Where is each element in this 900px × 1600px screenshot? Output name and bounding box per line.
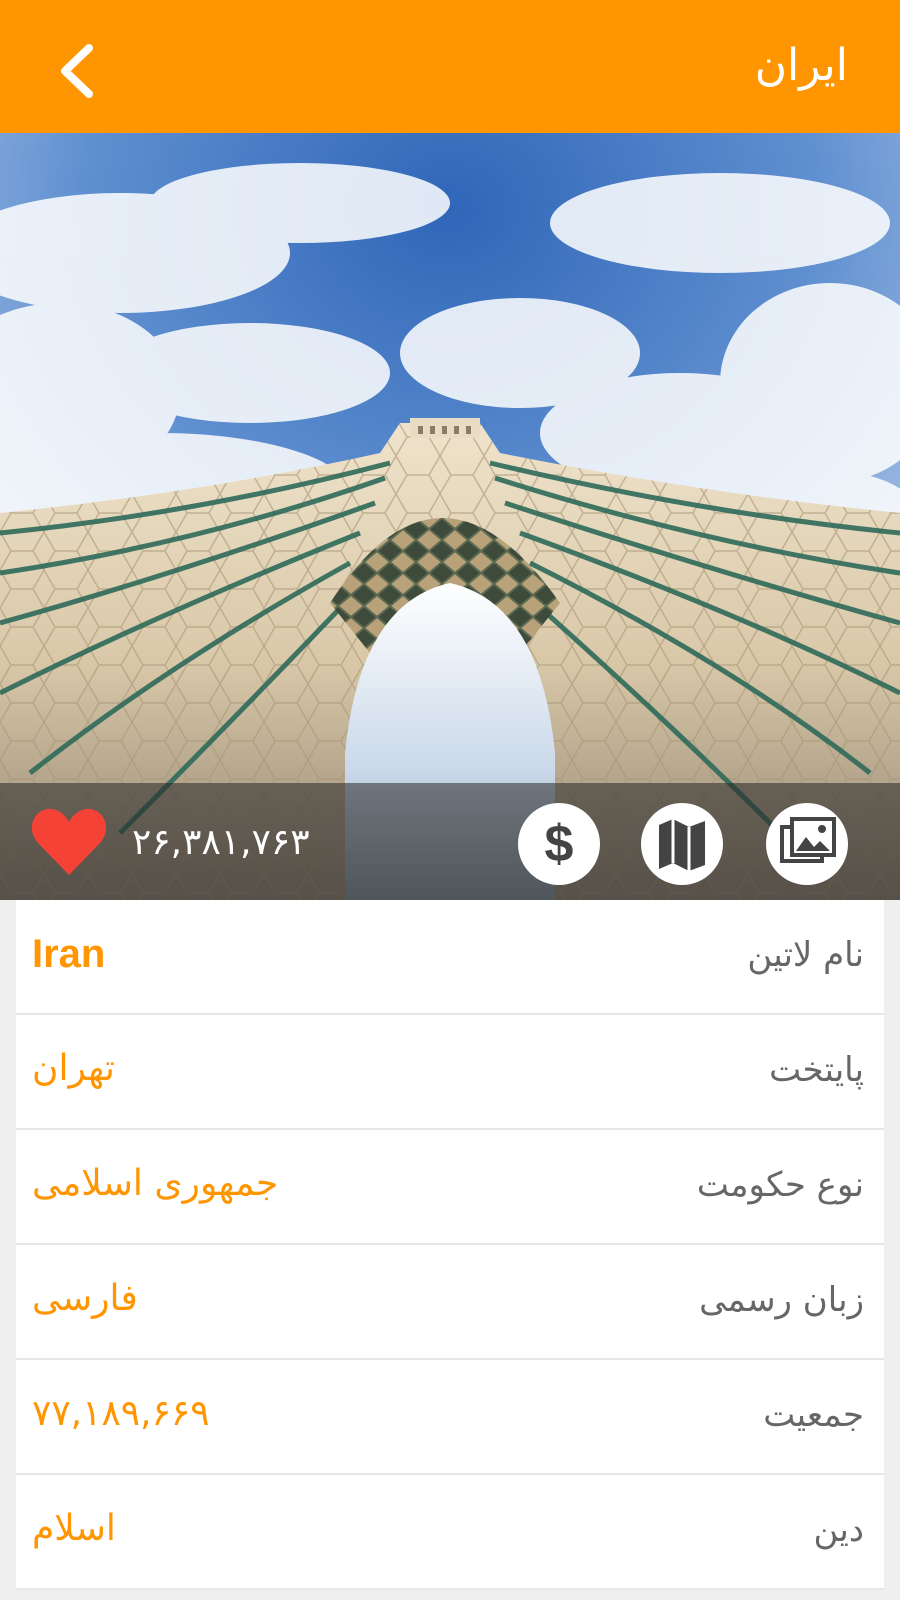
info-row-latin-name: نام لاتین Iran [16,900,884,1015]
info-value: اسلام [32,1508,116,1549]
map-button[interactable] [641,803,723,885]
info-value: تهران [32,1048,115,1089]
back-button[interactable] [45,36,115,106]
info-value: ۷۷,۱۸۹,۶۶۹ [32,1393,210,1434]
heart-icon [31,808,107,875]
info-row-government: نوع حکومت جمهوری اسلامی [16,1130,884,1245]
like-button[interactable] [30,807,108,877]
info-label: پایتخت [769,1050,864,1090]
likes-count: ۲۶,۳۸۱,۷۶۳ [132,822,310,863]
dollar-icon: $ [545,815,574,873]
map-icon [659,819,705,871]
page-title: ایران [754,40,848,91]
hero-photo: ۲۶,۳۸۱,۷۶۳ $ [0,133,900,900]
currency-button[interactable]: $ [518,803,600,885]
action-bar: ۲۶,۳۸۱,۷۶۳ $ [0,783,900,900]
info-row-capital: پایتخت تهران [16,1015,884,1130]
info-label: دین [813,1510,865,1550]
info-label: زبان رسمی [699,1280,864,1320]
gallery-button[interactable] [766,803,848,885]
info-row-language: زبان رسمی فارسی [16,1245,884,1360]
info-row-religion: دین اسلام [16,1475,884,1590]
info-value: Iran [32,932,106,976]
info-row-population: جمعیت ۷۷,۱۸۹,۶۶۹ [16,1360,884,1475]
info-label: جمعیت [763,1395,864,1435]
svg-text:$: $ [545,815,574,873]
info-value: جمهوری اسلامی [32,1163,279,1204]
app-bar: ایران [0,0,900,133]
chevron-left-icon [61,44,93,98]
image-gallery-icon [780,817,836,863]
info-value: فارسی [32,1278,138,1319]
info-label: نوع حکومت [696,1165,864,1205]
country-info-list: نام لاتین Iran پایتخت تهران نوع حکومت جم… [16,900,884,1590]
info-label: نام لاتین [747,935,864,975]
